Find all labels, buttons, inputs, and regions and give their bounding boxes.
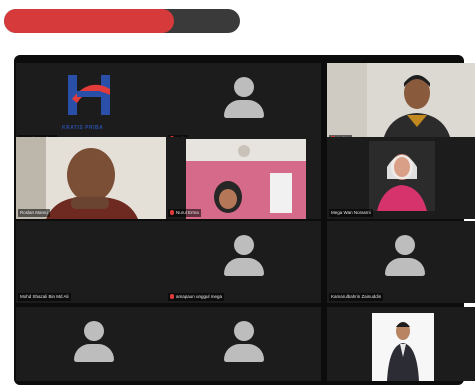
participant-name: Kamarulbahrin Zainuddin <box>329 293 384 301</box>
video-feed <box>327 63 475 145</box>
participant-name: Nurul Erma <box>168 209 201 217</box>
participant-tile[interactable] <box>16 307 171 381</box>
video-feed <box>327 307 475 381</box>
video-feed <box>166 137 321 219</box>
video-feed <box>16 137 171 219</box>
avatar-placeholder-icon <box>223 77 264 118</box>
participant-name: amapaun unggul mega <box>168 293 225 301</box>
participant-tile[interactable]: amapaun unggul mega <box>166 221 321 303</box>
participant-tile[interactable]: Roslan Mamu <box>16 137 171 219</box>
participant-tile[interactable]: KRATIS PRIBA Agensi Kemajuan <box>16 63 171 145</box>
organization-logo-icon <box>64 69 114 123</box>
avatar-placeholder-icon <box>223 321 264 362</box>
progress-bar-fill <box>4 9 174 33</box>
participant-tile[interactable]: amie <box>166 63 321 145</box>
participant-name: Mega Wan Norasmi <box>329 209 373 217</box>
progress-bar <box>4 9 240 33</box>
mic-muted-icon <box>170 210 174 216</box>
participant-tile[interactable]: Mohd Shazali Bin Md Ali <box>16 221 171 303</box>
video-feed <box>327 137 475 219</box>
avatar-placeholder-icon <box>223 235 264 276</box>
participant-tile[interactable] <box>327 307 475 381</box>
avatar-placeholder-icon <box>73 321 114 362</box>
mic-muted-icon <box>170 294 174 300</box>
logo-caption: KRATIS PRIBA <box>62 125 104 131</box>
participant-tile[interactable] <box>166 307 321 381</box>
participant-tile[interactable]: Kamarulbahrin Zainuddin <box>327 221 475 303</box>
participant-tile[interactable]: Mega Wan Norasmi <box>327 137 475 219</box>
participant-name: Roslan Mamu <box>18 209 50 217</box>
participant-name: Mohd Shazali Bin Md Ali <box>18 293 71 301</box>
participant-tile[interactable]: Hakim <box>327 63 475 145</box>
video-grid: KRATIS PRIBA Agensi Kemajuan amie Hakim … <box>14 55 475 385</box>
avatar-placeholder-icon <box>384 235 425 276</box>
participant-tile[interactable]: Nurul Erma <box>166 137 321 219</box>
